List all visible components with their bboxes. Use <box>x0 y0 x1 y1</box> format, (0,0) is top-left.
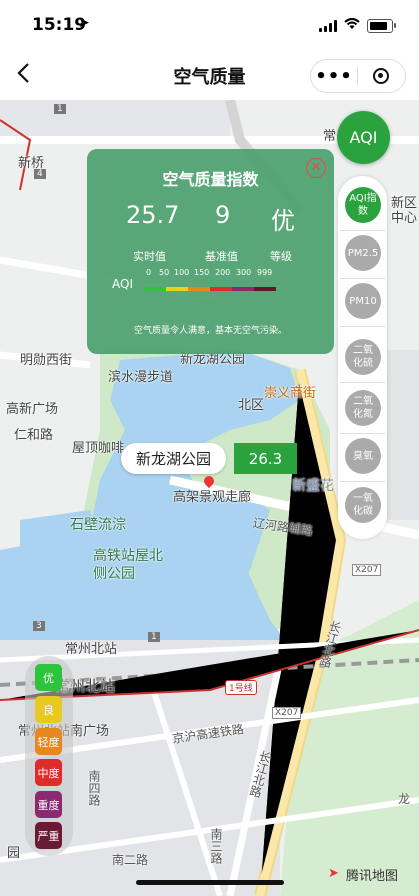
aqi-scale-tick: 100 <box>174 268 190 277</box>
status-bar: 15:19 ➤ <box>0 0 419 50</box>
tencent-map-logo-icon: ➤ <box>328 866 339 881</box>
realtime-value: 25.7 <box>126 201 180 229</box>
map-label: 高铁站屋北侧公园 <box>93 548 163 582</box>
pollutant-pm25-button[interactable]: PM2.5 <box>345 235 381 271</box>
map-label: 龙 <box>398 792 411 806</box>
pollutant-pm10-button[interactable]: PM10 <box>345 283 381 319</box>
aqi-scale-tick: 150 <box>194 268 210 277</box>
base-label: 基准值 <box>205 250 238 263</box>
menu-divider <box>340 278 385 279</box>
wifi-icon <box>344 17 360 34</box>
map-label: X207 <box>272 707 302 719</box>
menu-divider <box>340 433 385 434</box>
base-value: 9 <box>215 201 231 229</box>
home-indicator <box>136 880 284 885</box>
map-label: 新盛花 <box>292 478 334 494</box>
legend-item-moderate: 中度 <box>35 759 62 786</box>
map-label: 4 <box>34 169 46 179</box>
map-label: 滨水漫步道 <box>108 370 174 385</box>
aqi-info-card: 空气质量指数 ✕ 25.7 9 优 实时值 基准值 等级 AQI 0 50 10… <box>87 149 334 354</box>
map-label: 1 <box>148 632 160 642</box>
realtime-label: 实时值 <box>133 250 166 263</box>
map-label: 1 <box>54 104 66 114</box>
aqi-scale-tick: 50 <box>159 268 170 277</box>
pollutant-aqi-button[interactable]: AQI指数 <box>345 187 381 223</box>
aqi-card-title: 空气质量指数 <box>162 170 259 189</box>
map-label: 1号线 <box>225 680 257 695</box>
map-label: 高新广场 <box>6 402 59 417</box>
menu-divider <box>340 230 385 231</box>
map-label: 高架景观走廊 <box>173 490 252 505</box>
pollutant-no2-button[interactable]: 二氧化氮 <box>345 390 381 426</box>
legend-item-excellent: 优 <box>35 664 62 691</box>
nav-bar: 空气质量 ••• <box>0 50 419 100</box>
aqi-scale-segment <box>254 287 276 291</box>
map-label: X207 <box>352 564 382 576</box>
map-label: 屋顶咖啡 <box>72 441 125 456</box>
legend-item-light: 轻度 <box>35 728 62 755</box>
map-label: 南四路 <box>87 770 101 806</box>
pollutant-so2-button[interactable]: 二氧化硫 <box>345 339 381 375</box>
menu-divider <box>340 481 385 482</box>
location-name-label[interactable]: 新龙湖公园 <box>121 443 226 474</box>
signal-icon <box>319 20 337 32</box>
map-label: 北区 <box>238 398 265 413</box>
aqi-legend: 优 良 轻度 中度 重度 严重 <box>25 656 73 856</box>
brand-label: 腾讯地图 <box>346 869 399 884</box>
map-label: 明勋西街 <box>20 353 73 368</box>
aqi-scale-tick: 300 <box>236 268 252 277</box>
aqi-scale-segment <box>210 287 232 291</box>
battery-icon <box>367 19 396 33</box>
aqi-toggle-button[interactable]: AQI <box>337 111 390 164</box>
aqi-scale-tick: 0 <box>146 268 152 277</box>
pollutant-co-button[interactable]: 一氧化碳 <box>345 487 381 523</box>
aqi-level: 优 <box>271 207 295 235</box>
close-miniprogram-button[interactable] <box>358 68 404 84</box>
pollutant-o3-button[interactable]: 臭氧 <box>345 438 381 474</box>
map-label: 常州北站 <box>65 642 118 657</box>
level-label: 等级 <box>270 250 292 263</box>
menu-divider <box>340 326 385 327</box>
map-label: 南三路 <box>209 828 223 864</box>
aqi-scale-tick: 999 <box>257 268 273 277</box>
close-ring-icon <box>373 68 389 84</box>
menu-divider <box>340 382 385 383</box>
aqi-scale-label: AQI <box>112 277 133 291</box>
location-arrow-icon: ➤ <box>78 15 90 31</box>
legend-item-heavy: 重度 <box>35 791 62 818</box>
close-card-button[interactable]: ✕ <box>306 158 326 178</box>
aqi-scale-tick: 200 <box>215 268 231 277</box>
more-button[interactable]: ••• <box>311 66 357 87</box>
aqi-scale-segment <box>188 287 210 291</box>
status-icons <box>319 17 396 34</box>
legend-item-good: 良 <box>35 696 62 723</box>
map-label: 常 <box>323 129 337 144</box>
map-label: 园 <box>7 846 21 861</box>
aqi-scale-segment <box>166 287 188 291</box>
pollutant-menu: AQI指数 PM2.5 PM10 二氧化硫 二氧化氮 臭氧 一氧化碳 <box>338 176 387 539</box>
legend-item-severe: 严重 <box>35 822 62 849</box>
map-label: 中心 <box>391 211 418 226</box>
aqi-scale-segment <box>144 287 166 291</box>
aqi-scale-segment <box>232 287 254 291</box>
aqi-message: 空气质量令人满意，基本无空气污染。 <box>133 326 287 336</box>
map-label: 3 <box>33 621 45 631</box>
map-label: 南二路 <box>112 853 149 867</box>
map-label: 崇义商街 <box>264 386 317 401</box>
map-label: 仁和路 <box>14 428 54 443</box>
aqi-color-scale <box>144 287 276 291</box>
map-label: 石壁流淙 <box>70 517 126 533</box>
location-aqi-value[interactable]: 26.3 <box>234 443 297 474</box>
mini-program-capsule: ••• <box>310 59 406 93</box>
map-brand: ➤ 腾讯地图 <box>328 865 399 884</box>
